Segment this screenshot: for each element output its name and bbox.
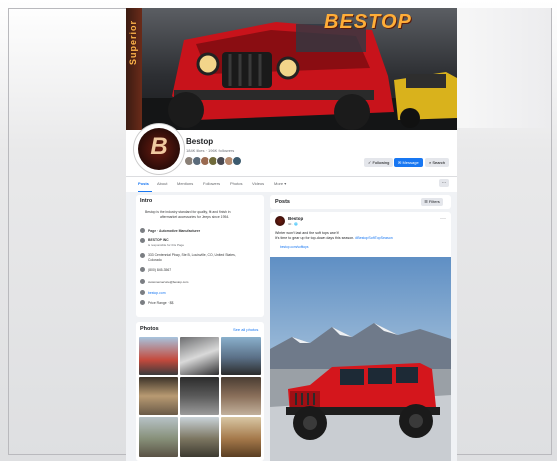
- flag-icon: [140, 238, 145, 243]
- post-text-line-1: Winter won't last and the soft tops won'…: [275, 231, 340, 235]
- location-icon: [140, 253, 145, 258]
- see-all-photos-link[interactable]: See all photos: [233, 327, 258, 332]
- tab-more[interactable]: More ▾: [274, 181, 286, 186]
- message-button[interactable]: ✉ Message: [394, 158, 423, 167]
- cover-brand-text: BESTOP: [324, 11, 412, 33]
- photos-title: Photos: [140, 326, 159, 332]
- background-panel: [455, 8, 551, 128]
- photo-thumbnail[interactable]: [221, 417, 261, 457]
- intro-company-sub: is responsible for this Page: [148, 243, 185, 247]
- post-link[interactable]: bestop.com/softtops: [280, 245, 309, 249]
- filters-button[interactable]: ☰ Filters: [421, 198, 443, 206]
- post-photo-jeep-illustration: [270, 257, 451, 461]
- intro-phone[interactable]: (800) 845-3567: [148, 268, 171, 272]
- page-title: Bestop: [186, 137, 214, 146]
- intro-company: BESTOP INC: [148, 238, 169, 242]
- photo-thumbnail[interactable]: [139, 337, 178, 375]
- email-icon: [140, 279, 145, 284]
- photo-thumbnail[interactable]: [180, 417, 219, 457]
- post-photo[interactable]: [270, 257, 451, 461]
- info-icon: [140, 228, 145, 233]
- photo-thumbnail[interactable]: [180, 377, 219, 415]
- photo-thumbnail[interactable]: [221, 377, 261, 415]
- intro-title: Intro: [140, 198, 153, 204]
- intro-address[interactable]: 333 Centennial Pkwy, Ste B, Louisville, …: [148, 253, 236, 257]
- page-tabs: [126, 176, 457, 193]
- tab-followers[interactable]: Followers: [203, 181, 220, 186]
- photo-thumbnail[interactable]: [221, 337, 261, 375]
- phone-icon: [140, 267, 145, 272]
- intro-category: Page · Automotive Manufacturer: [148, 229, 201, 233]
- tab-mentions[interactable]: Mentions: [177, 181, 193, 186]
- more-options-icon[interactable]: ···: [439, 179, 449, 187]
- follower-avatar: [232, 156, 242, 166]
- photo-thumbnail[interactable]: [139, 417, 178, 457]
- intro-website[interactable]: bestop.com: [148, 291, 166, 295]
- post-text-line-2: It's time to gear up for top-down days t…: [275, 236, 393, 240]
- post-hashtag[interactable]: #BestopSoftTopSeason: [355, 236, 393, 240]
- post-author-name[interactable]: Bestop: [288, 216, 303, 221]
- photo-thumbnail[interactable]: [139, 377, 178, 415]
- follower-avatars[interactable]: [184, 156, 242, 166]
- search-button[interactable]: ⌕ Search: [425, 158, 450, 167]
- post-author-avatar[interactable]: [275, 216, 285, 226]
- tab-videos[interactable]: Videos: [252, 181, 264, 186]
- intro-price-range: Price Range · $$: [148, 301, 174, 305]
- photo-thumbnail[interactable]: [180, 337, 219, 375]
- cover-side-text: Superior: [128, 20, 138, 66]
- tab-posts[interactable]: Posts: [138, 181, 149, 186]
- post-options-icon[interactable]: ···: [440, 216, 446, 222]
- intro-description: Bestop is the industry standard for qual…: [145, 210, 231, 214]
- posts-title: Posts: [275, 199, 290, 205]
- tab-photos[interactable]: Photos: [230, 181, 242, 186]
- bestop-logo-icon: B: [150, 133, 168, 160]
- globe-icon: [140, 290, 145, 295]
- post-timestamp[interactable]: 3d · 🌐: [288, 222, 298, 226]
- intro-address-2[interactable]: Colorado: [148, 258, 162, 262]
- price-icon: [140, 300, 145, 305]
- page-avatar[interactable]: B: [134, 124, 184, 174]
- page-stats[interactable]: 184K likes · 196K followers: [186, 148, 234, 153]
- following-button[interactable]: ✓ Following: [364, 158, 394, 167]
- intro-email[interactable]: customerservice@bestop.com: [148, 280, 188, 284]
- tab-about[interactable]: About: [157, 181, 167, 186]
- intro-description-2: aftermarket accessories for Jeeps since …: [160, 215, 230, 219]
- cover-photo[interactable]: Superior BESTOP: [126, 8, 457, 130]
